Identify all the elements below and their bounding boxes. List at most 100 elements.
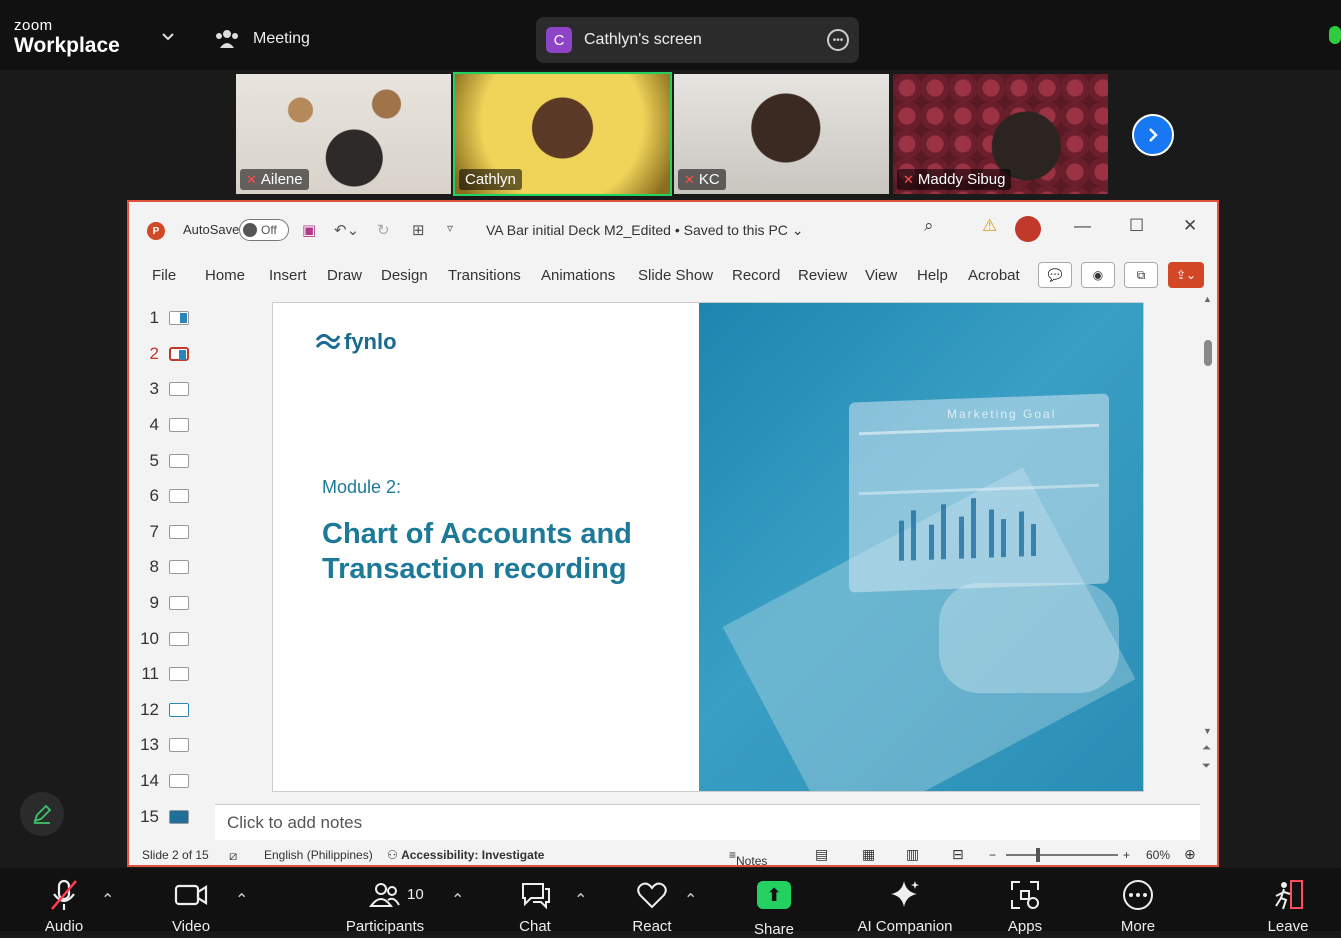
brand-top-text: zoom <box>14 17 53 34</box>
record-button[interactable]: ◉ <box>1081 262 1115 288</box>
slide-thumbnail[interactable]: 14 <box>129 765 215 795</box>
slide-thumbnail[interactable]: 12 <box>129 694 215 724</box>
apps-button[interactable]: Apps <box>1003 878 1047 935</box>
slide-thumbnail[interactable]: 5 <box>129 445 215 475</box>
slide-thumbnail[interactable]: 4 <box>129 409 215 439</box>
normal-view-icon[interactable]: ▤ <box>815 846 828 863</box>
slide-thumbnail[interactable]: 6 <box>129 480 215 510</box>
previous-slide-icon[interactable]: ⏶ <box>1202 742 1211 755</box>
tab-review[interactable]: Review <box>798 267 847 284</box>
mic-muted-icon: ✕ <box>246 171 257 187</box>
annotate-button[interactable] <box>20 792 64 836</box>
participants-options-caret-icon[interactable]: ⌃ <box>451 890 464 910</box>
slide-thumbnail-selected[interactable]: 2 <box>129 338 215 368</box>
redo-icon[interactable]: ↻ <box>377 221 390 239</box>
meeting-menu-button[interactable]: Meeting <box>215 28 310 50</box>
audio-options-caret-icon[interactable]: ⌃ <box>101 890 114 910</box>
search-icon[interactable]: ⌕ <box>924 216 934 236</box>
participants-icon <box>216 30 238 48</box>
undo-icon[interactable]: ↶⌄ <box>334 221 359 239</box>
reading-view-icon[interactable]: ▥ <box>906 846 919 863</box>
chat-button[interactable]: Chat <box>515 878 555 935</box>
chevron-down-icon[interactable] <box>160 28 176 44</box>
notes-toggle[interactable]: ≡ Notes <box>729 848 767 868</box>
language-indicator[interactable]: English (Philippines) <box>264 848 373 862</box>
slide-thumbnail[interactable]: 11 <box>129 658 215 688</box>
next-participants-button[interactable] <box>1132 114 1174 156</box>
zoom-slider[interactable] <box>1006 854 1118 856</box>
participant-tile[interactable]: ✕ Ailene <box>234 72 453 196</box>
chat-options-caret-icon[interactable]: ⌃ <box>574 890 587 910</box>
slide-canvas[interactable]: fynlo Module 2: Chart of Accounts and Tr… <box>272 302 1144 792</box>
slide-thumbnail[interactable]: 9 <box>129 587 215 617</box>
tab-slide-show[interactable]: Slide Show <box>638 267 713 284</box>
slideshow-view-icon[interactable]: ⊟ <box>952 846 964 863</box>
slide-scrollbar[interactable]: ▲ ▼ ⏶ ⏷ <box>1201 294 1215 784</box>
more-button[interactable]: More <box>1116 878 1160 935</box>
slide-module-label[interactable]: Module 2: <box>322 477 401 498</box>
video-button[interactable]: Video <box>165 878 217 935</box>
sharer-avatar: C <box>546 27 572 53</box>
slide-title[interactable]: Chart of Accounts and Transaction record… <box>322 517 652 587</box>
minimize-icon[interactable]: — <box>1074 216 1091 236</box>
slide-thumbnail[interactable]: 1 <box>129 302 215 332</box>
video-options-caret-icon[interactable]: ⌃ <box>235 890 248 910</box>
zoom-out-icon[interactable]: − <box>989 848 996 862</box>
tab-file[interactable]: File <box>152 267 176 284</box>
share-arrow-icon: ⬆ <box>757 881 791 909</box>
autosave-toggle[interactable]: Off <box>239 219 289 241</box>
tab-record[interactable]: Record <box>732 267 780 284</box>
participant-tile-active-speaker[interactable]: Cathlyn <box>453 72 672 196</box>
tab-animations[interactable]: Animations <box>541 267 615 284</box>
slide-thumbnail[interactable]: 10 <box>129 623 215 653</box>
leave-button[interactable]: Leave <box>1266 878 1310 935</box>
tab-transitions[interactable]: Transitions <box>448 267 521 284</box>
share-button[interactable]: ⇪⌄ <box>1168 262 1204 288</box>
react-options-caret-icon[interactable]: ⌃ <box>684 890 697 910</box>
react-button[interactable]: React <box>630 878 674 935</box>
share-screen-button[interactable]: ⬆ Share <box>750 878 798 938</box>
slide-thumbnail[interactable]: 3 <box>129 373 215 403</box>
audio-label: Audio <box>44 918 84 935</box>
accessibility-indicator[interactable]: ⚇ Accessibility: Investigate <box>387 848 544 862</box>
slide-sorter-icon[interactable]: ▦ <box>862 846 875 863</box>
slide-thumbnail[interactable]: 8 <box>129 551 215 581</box>
tab-draw[interactable]: Draw <box>327 267 362 284</box>
maximize-icon[interactable]: ☐ <box>1129 216 1144 236</box>
more-options-icon[interactable]: ••• <box>827 29 849 51</box>
scrollbar-thumb[interactable] <box>1204 340 1212 366</box>
share-label: Share <box>753 921 795 938</box>
close-icon[interactable]: ✕ <box>1183 216 1197 236</box>
tab-home[interactable]: Home <box>205 267 245 284</box>
audio-button[interactable]: Audio <box>38 878 90 935</box>
zoom-level[interactable]: 60% <box>1146 848 1170 862</box>
teams-button[interactable]: ⧉ <box>1124 262 1158 288</box>
screen-share-label: Cathlyn's screen <box>584 31 702 48</box>
tab-help[interactable]: Help <box>917 267 948 284</box>
tab-acrobat[interactable]: Acrobat <box>968 267 1020 284</box>
slide-thumbnail[interactable]: 15 <box>129 801 215 831</box>
present-icon[interactable]: ⊞ <box>412 221 425 239</box>
zoom-in-icon[interactable]: + <box>1123 848 1130 862</box>
tab-insert[interactable]: Insert <box>269 267 307 284</box>
next-slide-icon[interactable]: ⏷ <box>1202 760 1211 773</box>
warning-icon[interactable]: ⚠ <box>982 216 997 236</box>
slide-thumbnail[interactable]: 7 <box>129 516 215 546</box>
slide-thumbnail[interactable]: 13 <box>129 729 215 759</box>
tab-view[interactable]: View <box>865 267 897 284</box>
zoom-slider-knob[interactable] <box>1036 848 1040 862</box>
ellipsis-icon <box>1116 878 1160 912</box>
spellcheck-icon[interactable]: ⧄ <box>229 848 237 864</box>
user-avatar[interactable] <box>1015 216 1041 242</box>
document-title[interactable]: VA Bar initial Deck M2_Edited • Saved to… <box>486 222 804 239</box>
save-icon[interactable]: ▣ <box>302 221 316 239</box>
participant-tile[interactable]: ✕ KC <box>672 72 891 196</box>
screen-share-indicator[interactable]: C Cathlyn's screen ••• <box>536 17 859 63</box>
customize-toolbar-icon[interactable]: ▿ <box>447 221 453 235</box>
notes-pane[interactable]: Click to add notes <box>215 804 1200 840</box>
tab-design[interactable]: Design <box>381 267 428 284</box>
fit-to-window-icon[interactable]: ⊕ <box>1184 846 1196 863</box>
participant-tile[interactable]: ✕ Maddy Sibug <box>891 72 1110 196</box>
comments-button[interactable]: 💬 <box>1038 262 1072 288</box>
ai-companion-button[interactable]: AI Companion <box>848 878 962 935</box>
